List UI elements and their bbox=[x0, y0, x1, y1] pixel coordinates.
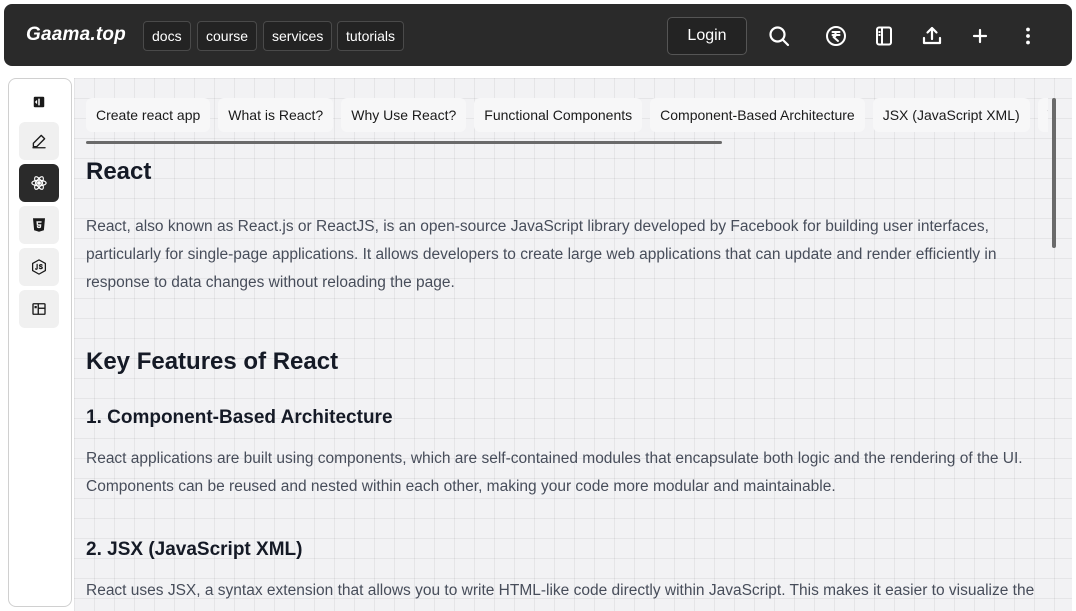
sidebar-panel-icon[interactable] bbox=[872, 24, 896, 48]
topic-tabs: Create react app What is React? Why Use Re… bbox=[86, 98, 1048, 132]
edit-pencil-icon[interactable] bbox=[19, 122, 59, 160]
nodejs-icon[interactable] bbox=[19, 248, 59, 286]
more-vertical-icon[interactable] bbox=[1016, 24, 1040, 48]
left-sidebar bbox=[8, 78, 72, 607]
intro-paragraph: React, also known as React.js or ReactJS… bbox=[86, 218, 997, 291]
feature-1-heading: 1. Component-Based Architecture bbox=[86, 407, 393, 428]
panel-toggle-icon[interactable] bbox=[19, 83, 59, 121]
top-navbar: Gaama.top docs course services tutorials… bbox=[4, 4, 1072, 66]
brand-logo[interactable]: Gaama.top bbox=[26, 24, 126, 46]
login-button[interactable]: Login bbox=[667, 17, 747, 55]
main-content: Create react app What is React? Why Use Re… bbox=[74, 78, 1072, 611]
tab-component-based-architecture[interactable]: Component-Based Architecture bbox=[650, 98, 865, 132]
tab-functional-components[interactable]: Functional Components bbox=[474, 98, 643, 132]
nav-services[interactable]: services bbox=[263, 21, 333, 51]
content-scrollbar[interactable] bbox=[1052, 98, 1056, 248]
tabs-scrollbar[interactable] bbox=[86, 141, 722, 144]
feature-1-paragraph: React applications are built using compo… bbox=[86, 450, 1023, 495]
nav-course[interactable]: course bbox=[197, 21, 258, 51]
feature-2-paragraph: React uses JSX, a syntax extension that … bbox=[86, 582, 1035, 599]
rupee-icon[interactable] bbox=[824, 24, 848, 48]
nav-tutorials[interactable]: tutorials bbox=[337, 21, 405, 51]
plus-icon[interactable] bbox=[968, 24, 992, 48]
page-title: React bbox=[86, 158, 152, 185]
features-heading: Key Features of React bbox=[86, 348, 339, 375]
upload-icon[interactable] bbox=[920, 24, 944, 48]
tab-jsx[interactable]: JSX (JavaScript XML) bbox=[872, 98, 1030, 132]
html5-icon[interactable] bbox=[19, 206, 59, 244]
feature-2-heading: 2. JSX (JavaScript XML) bbox=[86, 539, 303, 560]
nav-docs[interactable]: docs bbox=[143, 21, 191, 51]
tab-virtual-dom[interactable]: Virtual DOM bbox=[1037, 98, 1048, 132]
layout-icon[interactable] bbox=[19, 290, 59, 328]
tab-create-react-app[interactable]: Create react app bbox=[86, 98, 211, 132]
react-atom-icon[interactable] bbox=[19, 164, 59, 202]
tab-why-use-react[interactable]: Why Use React? bbox=[341, 98, 467, 132]
search-icon[interactable] bbox=[767, 24, 791, 48]
tab-what-is-react[interactable]: What is React? bbox=[218, 98, 334, 132]
